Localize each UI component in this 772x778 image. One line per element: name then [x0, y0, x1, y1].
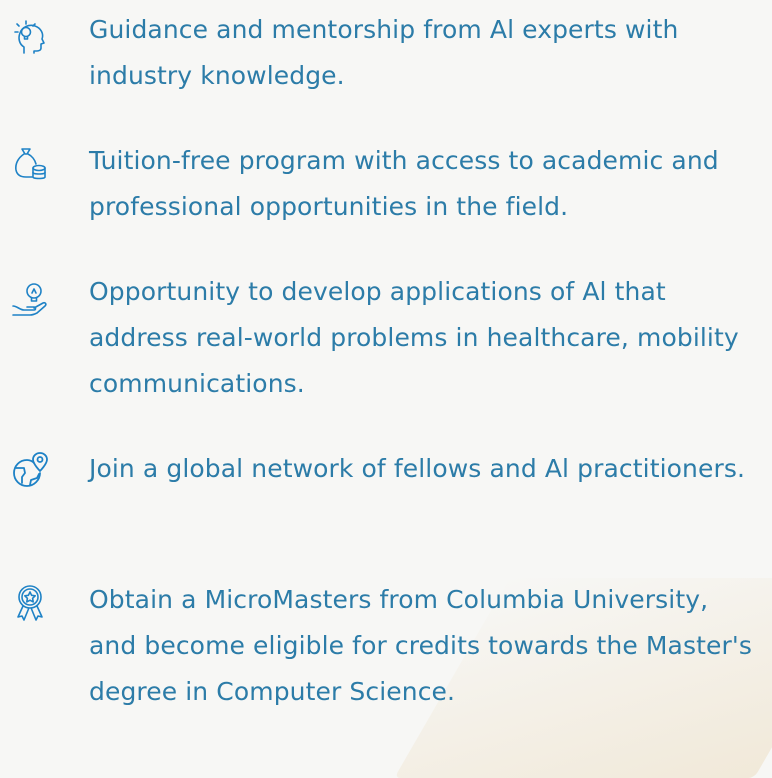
hand-lightbulb-icon [10, 279, 50, 319]
mentor-lightbulb-head-icon [10, 17, 50, 57]
globe-location-pin-icon [10, 450, 50, 490]
benefit-text: Tuition-free program with access to acad… [89, 146, 719, 221]
money-bag-coins-icon [10, 144, 50, 184]
award-ribbon-icon [10, 583, 50, 623]
benefit-text: Opportunity to develop applications of A… [89, 277, 739, 398]
benefit-text: Guidance and mentorship from Al experts … [89, 15, 679, 90]
benefit-text: Join a global network of fellows and Al … [89, 454, 746, 483]
benefit-text: Obtain a MicroMasters from Columbia Univ… [89, 585, 752, 706]
